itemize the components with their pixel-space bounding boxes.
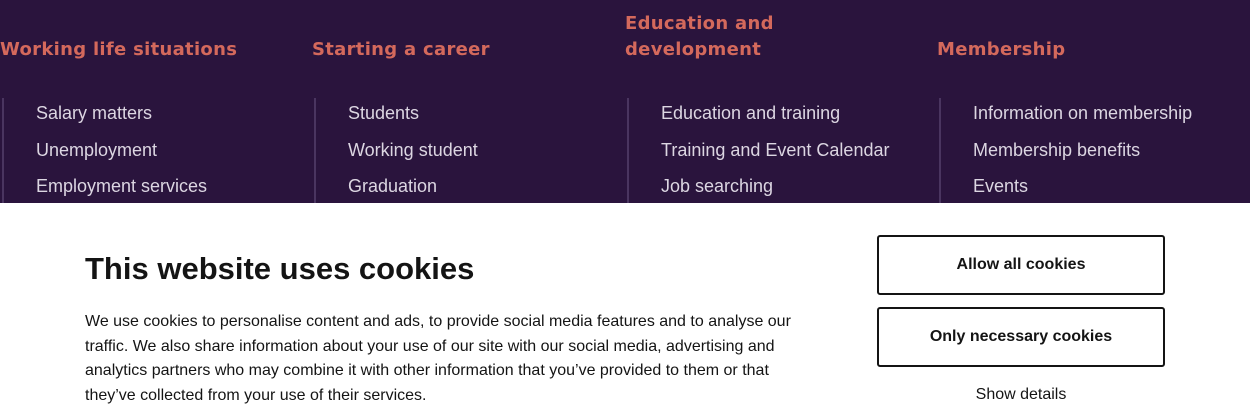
nav-link-education-training[interactable]: Education and training (629, 98, 889, 135)
nav-link-unemployment[interactable]: Unemployment (4, 135, 207, 172)
necessary-cookies-button[interactable]: Only necessary cookies (877, 307, 1165, 367)
nav-link-salary-matters[interactable]: Salary matters (4, 98, 207, 135)
nav-column-education: Education and development Education and … (625, 0, 925, 203)
cookie-banner-description: We use cookies to personalise content an… (85, 313, 791, 405)
nav-link-working-student[interactable]: Working student (316, 135, 478, 172)
show-details-link[interactable]: Show details (877, 386, 1165, 404)
nav-link-list: Education and training Training and Even… (627, 98, 889, 203)
nav-column-working-life: Working life situations Salary matters U… (0, 0, 300, 203)
nav-link-list: Salary matters Unemployment Employment s… (2, 98, 207, 203)
footer-navigation: Working life situations Salary matters U… (0, 0, 1250, 203)
nav-column-heading[interactable]: Membership (937, 37, 1065, 63)
nav-link-list: Information on membership Membership ben… (939, 98, 1192, 203)
cookie-consent-banner: This website uses cookies We use cookies… (0, 203, 1250, 415)
nav-link-membership-info[interactable]: Information on membership (941, 98, 1192, 135)
nav-column-starting-career: Starting a career Students Working stude… (312, 0, 612, 203)
allow-all-cookies-button[interactable]: Allow all cookies (877, 235, 1165, 295)
nav-column-membership: Membership Information on membership Mem… (937, 0, 1237, 203)
nav-column-heading[interactable]: Working life situations (0, 37, 237, 63)
nav-link-list: Students Working student Graduation (314, 98, 478, 203)
nav-column-heading[interactable]: Education and development (625, 11, 815, 63)
nav-column-heading[interactable]: Starting a career (312, 37, 490, 63)
nav-link-membership-benefits[interactable]: Membership benefits (941, 135, 1192, 172)
cookie-banner-title: This website uses cookies (85, 251, 475, 286)
nav-link-event-calendar[interactable]: Training and Event Calendar (629, 135, 889, 172)
nav-link-students[interactable]: Students (316, 98, 478, 135)
